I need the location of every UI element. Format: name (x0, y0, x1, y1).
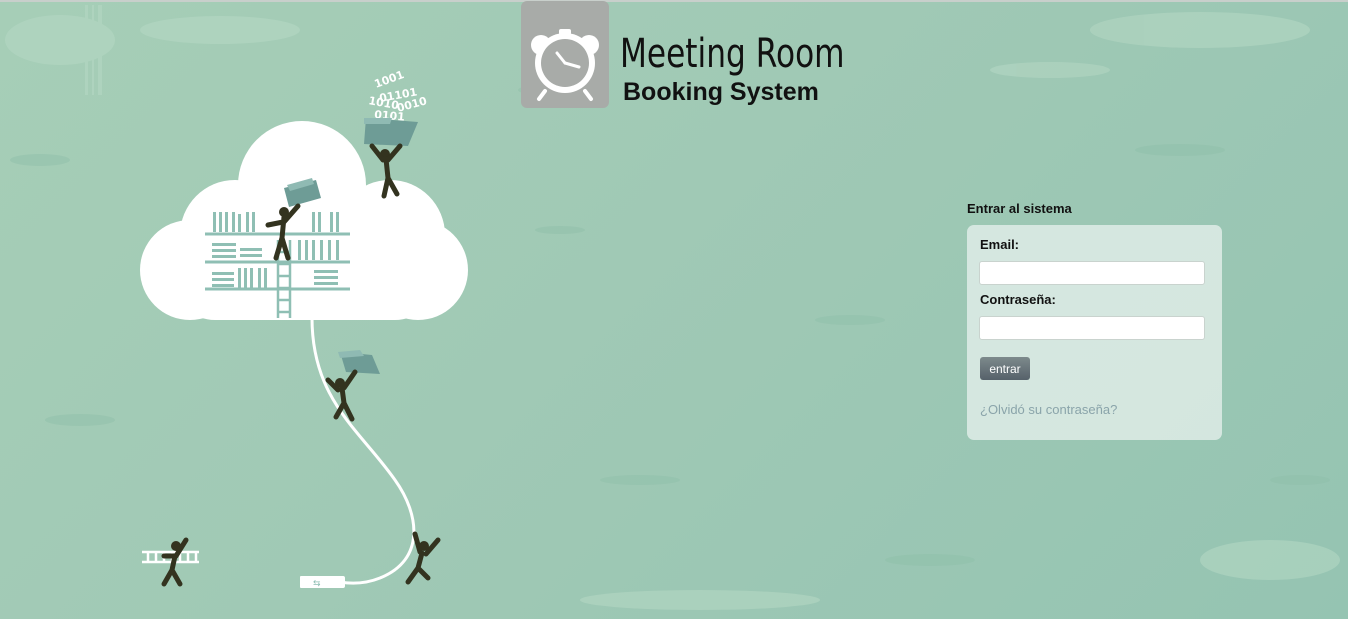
usb-plug-icon: ⇆ (300, 576, 345, 589)
login-button[interactable]: entrar (980, 357, 1030, 380)
email-field[interactable] (979, 261, 1205, 285)
password-label: Contraseña: (980, 292, 1056, 307)
login-heading: Entrar al sistema (967, 201, 1072, 216)
login-form: Email: Contraseña: entrar ¿Olvidó su con… (967, 225, 1222, 440)
person-with-ladder-icon (142, 537, 199, 587)
binary-digits: 1001 01101 1010 0010 0101 (367, 68, 428, 124)
email-label: Email: (980, 237, 1020, 252)
password-field[interactable] (979, 316, 1205, 340)
cloud-illustration: 1001 01101 1010 0010 0101 ⇆ (140, 68, 468, 589)
logo-title: Meeting Room (620, 31, 845, 77)
svg-text:⇆: ⇆ (313, 579, 321, 589)
logo-subtitle: Booking System (623, 78, 819, 106)
climbing-person-folder-icon (325, 350, 380, 422)
forgot-password-link[interactable]: ¿Olvidó su contraseña? (980, 402, 1117, 417)
